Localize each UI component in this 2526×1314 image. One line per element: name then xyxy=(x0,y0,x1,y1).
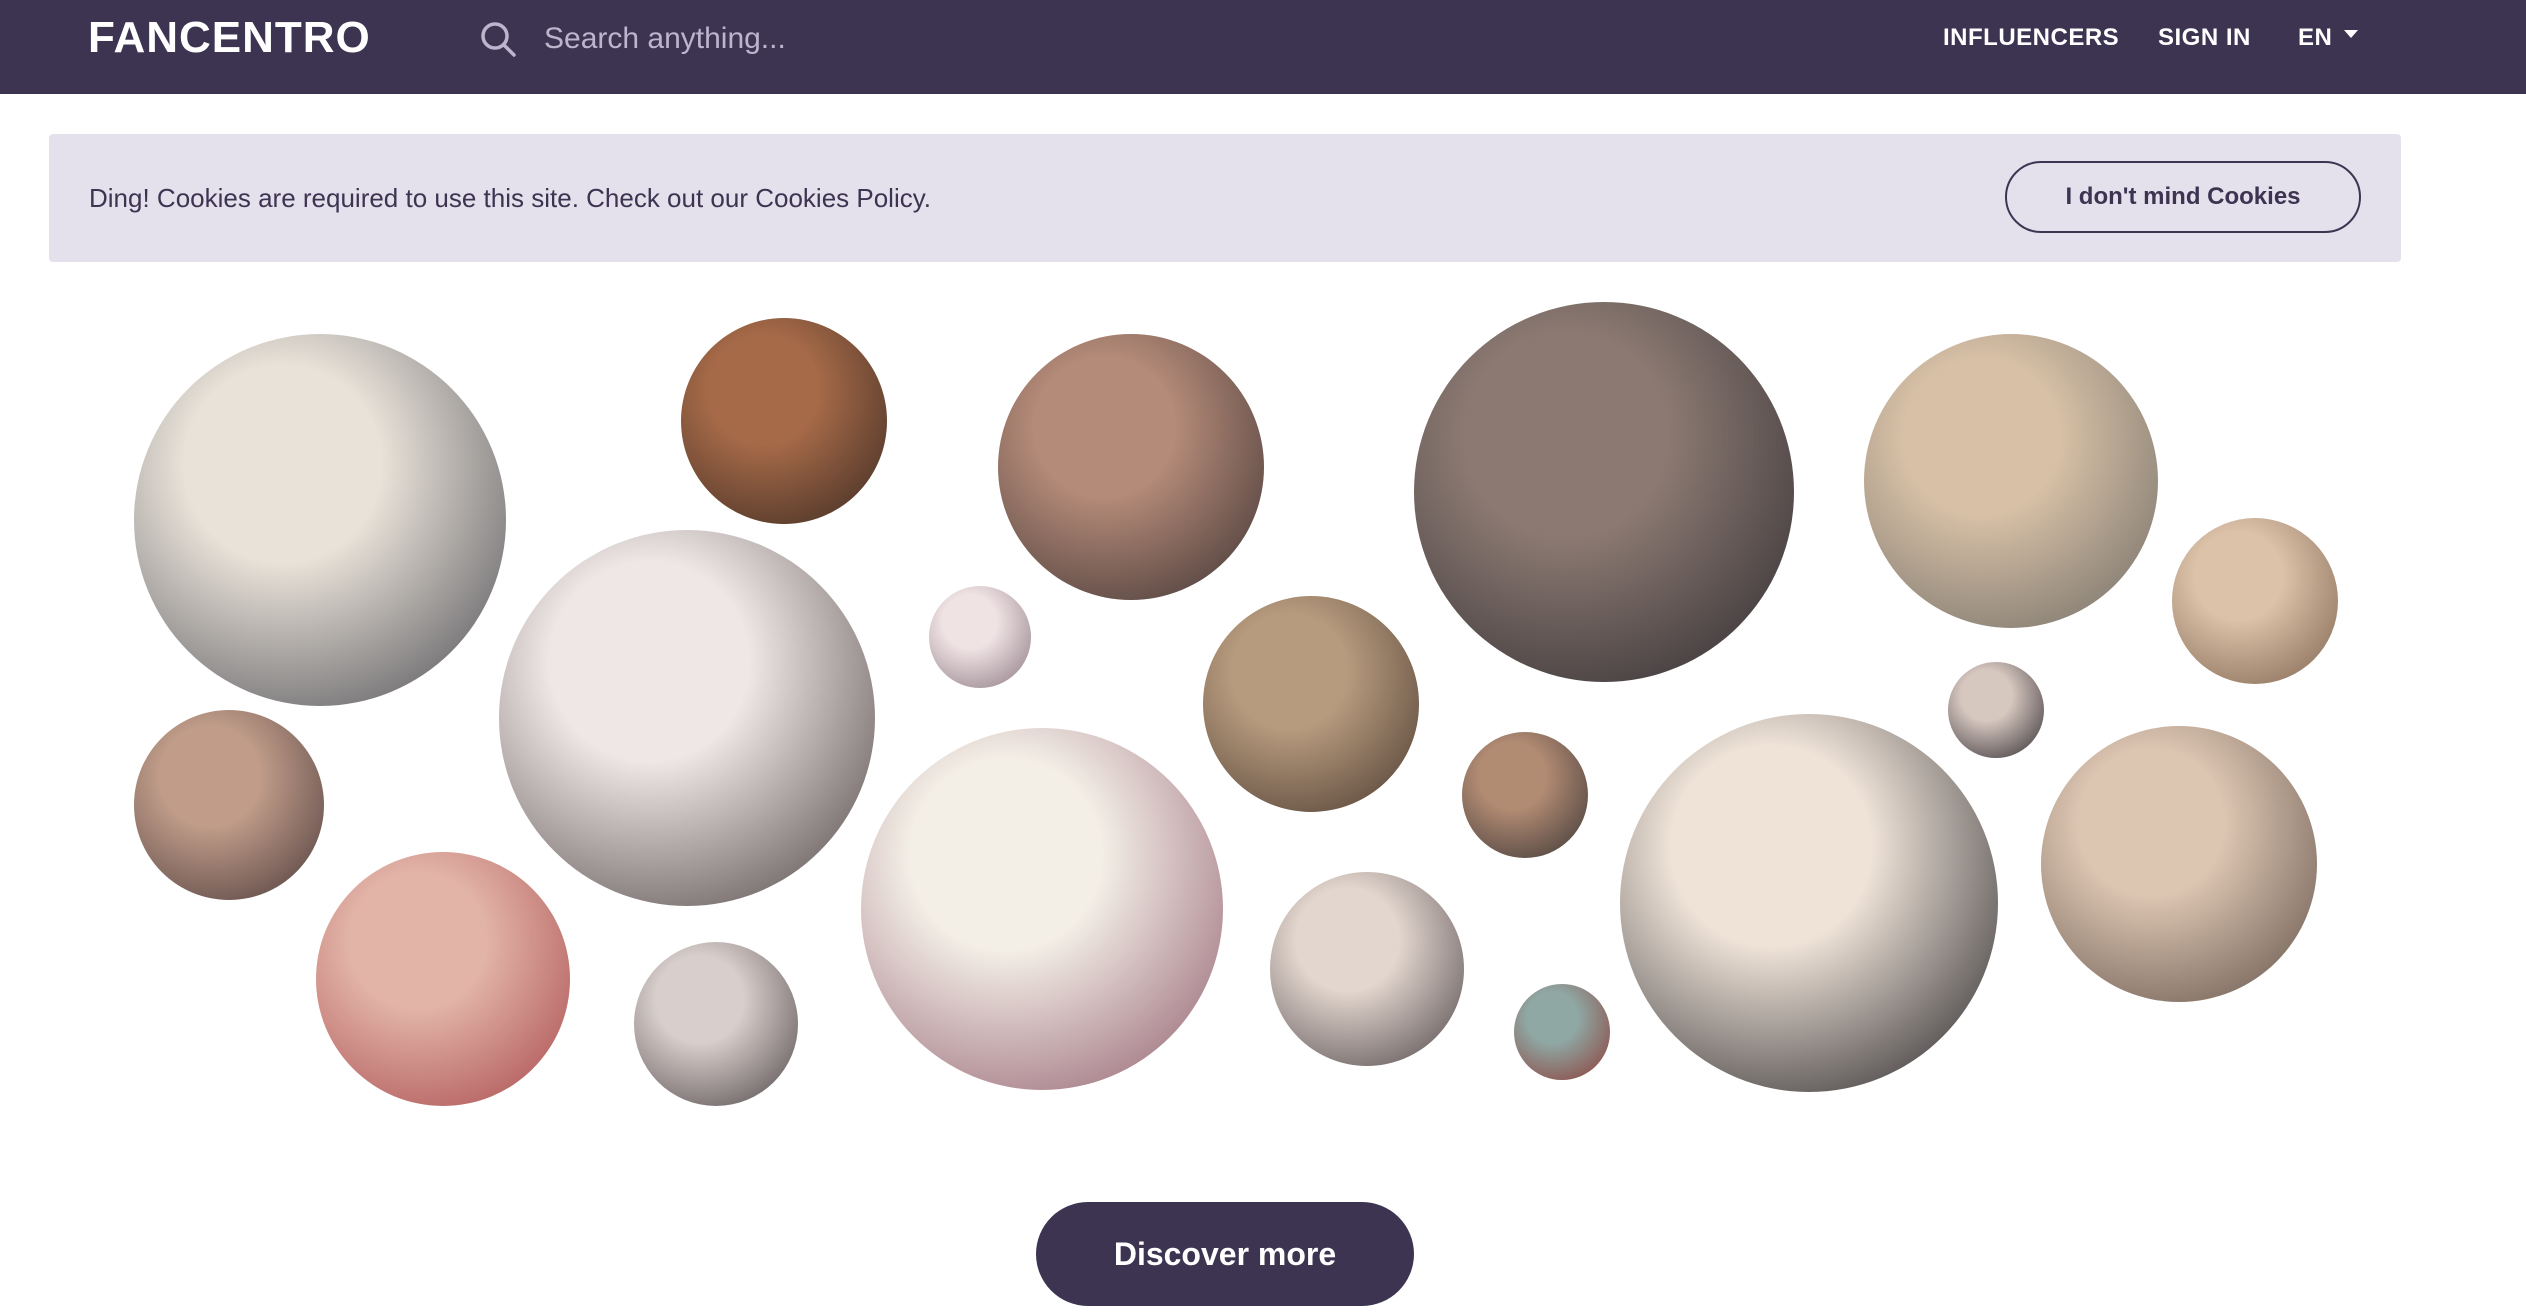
cookie-banner: Ding! Cookies are required to use this s… xyxy=(49,134,2401,262)
accept-cookies-button[interactable]: I don't mind Cookies xyxy=(2005,161,2361,233)
creator-avatar[interactable] xyxy=(861,728,1223,1090)
creator-avatar[interactable] xyxy=(134,710,324,900)
creator-avatar[interactable] xyxy=(1270,872,1464,1066)
language-selector[interactable]: EN xyxy=(2298,22,2332,54)
creator-avatar[interactable] xyxy=(316,852,570,1106)
creator-avatar[interactable] xyxy=(1203,596,1419,812)
creator-avatar[interactable] xyxy=(2041,726,2317,1002)
creator-avatar[interactable] xyxy=(1514,984,1610,1080)
creator-avatar[interactable] xyxy=(1948,662,2044,758)
discover-more-button[interactable]: Discover more xyxy=(1036,1202,1414,1306)
top-navigation-bar: FANCENTRO INFLUENCERS SIGN IN EN xyxy=(0,0,2526,94)
fancentro-logo[interactable]: FANCENTRO xyxy=(88,14,371,62)
search-input[interactable] xyxy=(542,16,1166,62)
search-box[interactable] xyxy=(478,16,1178,62)
creator-avatar[interactable] xyxy=(134,334,506,706)
creator-avatar[interactable] xyxy=(2172,518,2338,684)
creator-avatar[interactable] xyxy=(1864,334,2158,628)
influencers-link[interactable]: INFLUENCERS xyxy=(1943,22,2119,54)
search-icon[interactable] xyxy=(478,19,518,59)
creator-avatar[interactable] xyxy=(681,318,887,524)
creator-avatar[interactable] xyxy=(634,942,798,1106)
creator-avatar[interactable] xyxy=(929,586,1031,688)
creator-avatar[interactable] xyxy=(1462,732,1588,858)
creator-avatar[interactable] xyxy=(1414,302,1794,682)
sign-in-link[interactable]: SIGN IN xyxy=(2158,22,2251,54)
cookie-message: Ding! Cookies are required to use this s… xyxy=(89,183,932,213)
creator-avatar[interactable] xyxy=(499,530,875,906)
creator-avatar[interactable] xyxy=(1620,714,1998,1092)
chevron-down-icon[interactable] xyxy=(2344,30,2358,38)
creator-avatar[interactable] xyxy=(998,334,1264,600)
